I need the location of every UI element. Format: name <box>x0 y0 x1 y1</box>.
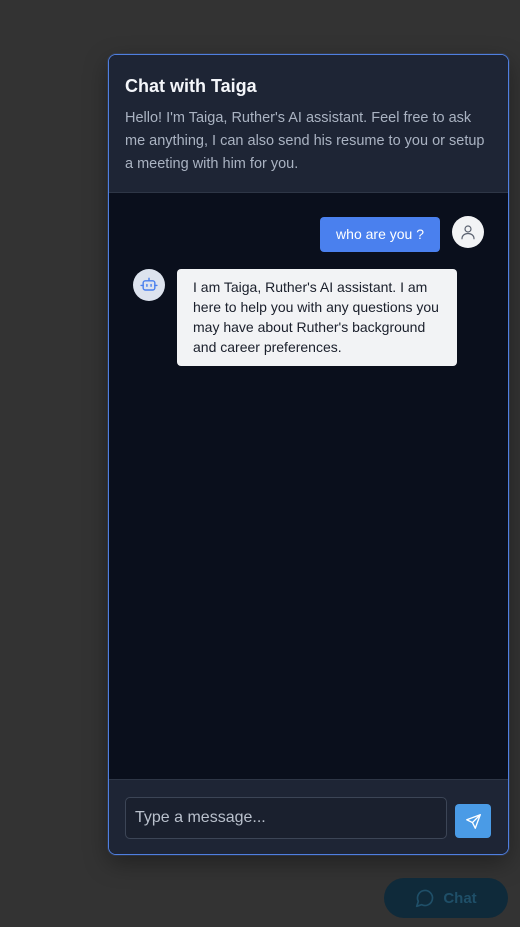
chat-intro: Hello! I'm Taiga, Ruther's AI assistant.… <box>125 110 485 172</box>
chat-launcher-label: Chat <box>443 889 477 907</box>
chat-bubble-icon <box>416 889 434 908</box>
assistant-avatar <box>133 269 165 301</box>
chat-window: Chat with Taiga Hello! I'm Taiga, Ruther… <box>108 54 509 855</box>
send-icon <box>465 813 481 829</box>
message-input[interactable] <box>125 797 447 839</box>
message-composer <box>109 779 508 854</box>
user-icon <box>461 225 475 240</box>
send-button[interactable] <box>455 804 491 838</box>
chat-launcher-button[interactable]: Chat <box>384 878 508 918</box>
chat-header: Chat with Taiga Hello! I'm Taiga, Ruther… <box>109 55 508 193</box>
assistant-message: I am Taiga, Ruther's AI assistant. I am … <box>177 269 457 366</box>
bot-icon <box>140 277 158 291</box>
user-avatar <box>452 216 484 248</box>
chat-title: Chat with Taiga <box>125 76 257 96</box>
user-message: who are you ? <box>320 217 440 252</box>
message-list[interactable]: who are you ? I am Taiga, Ruther's AI as… <box>109 193 508 779</box>
